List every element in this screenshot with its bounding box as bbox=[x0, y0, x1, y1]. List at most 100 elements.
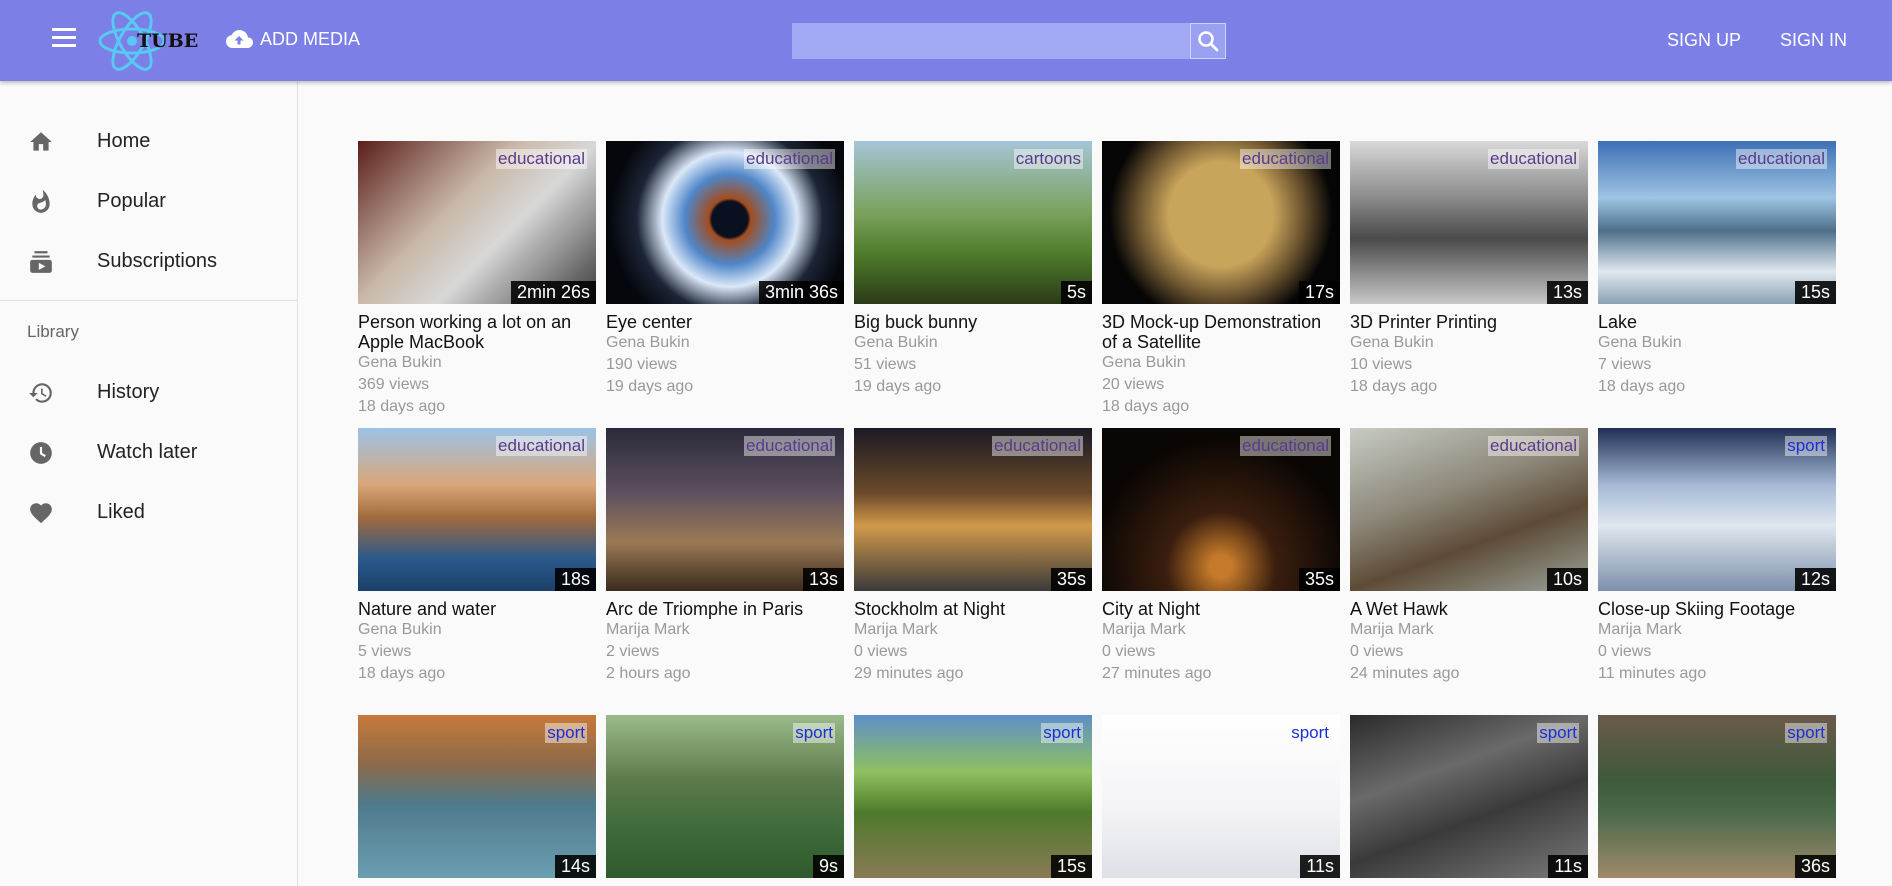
sidebar-item-label: History bbox=[97, 380, 160, 403]
video-author[interactable]: Gena Bukin bbox=[358, 619, 596, 641]
video-age: 18 days ago bbox=[1102, 398, 1190, 415]
video-author[interactable]: Gena Bukin bbox=[1102, 352, 1340, 374]
video-views: 0 views bbox=[854, 643, 908, 660]
video-author[interactable]: Marija Mark bbox=[854, 619, 1092, 641]
video-thumbnail[interactable]: educational 17s bbox=[1102, 141, 1340, 304]
video-title[interactable]: 3D Mock-up Demonstration of a Satellite bbox=[1102, 312, 1340, 352]
video-title[interactable]: A Wet Hawk bbox=[1350, 599, 1588, 619]
sidebar-item-label: Watch later bbox=[97, 440, 198, 463]
sidebar-item-subscriptions[interactable]: Subscriptions bbox=[0, 235, 297, 287]
video-author[interactable]: Marija Mark bbox=[606, 619, 844, 641]
add-media-button[interactable]: ADD MEDIA bbox=[224, 28, 360, 50]
duration-badge: 13s bbox=[1546, 281, 1588, 304]
video-author[interactable]: Marija Mark bbox=[1598, 619, 1836, 641]
video-thumbnail[interactable]: cartoons 5s bbox=[854, 141, 1092, 304]
category-badge: sport bbox=[793, 723, 835, 743]
home-icon bbox=[30, 132, 52, 151]
video-thumbnail[interactable]: educational 15s bbox=[1598, 141, 1836, 304]
search-input[interactable] bbox=[792, 23, 1190, 59]
video-thumbnail[interactable]: educational 35s bbox=[1102, 428, 1340, 591]
video-author[interactable]: Gena Bukin bbox=[358, 352, 596, 374]
video-thumbnail[interactable]: sport 36s bbox=[1598, 715, 1836, 878]
video-thumbnail[interactable]: educational 13s bbox=[606, 428, 844, 591]
video-age: 19 days ago bbox=[606, 378, 694, 395]
video-author[interactable]: Gena Bukin bbox=[606, 332, 844, 354]
video-age: 18 days ago bbox=[358, 665, 446, 682]
video-title[interactable]: Lake bbox=[1598, 312, 1836, 332]
video-title[interactable]: Close-up Skiing Footage bbox=[1598, 599, 1836, 619]
sidebar-item-popular[interactable]: Popular bbox=[0, 175, 297, 227]
video-thumbnail[interactable]: sport 9s bbox=[606, 715, 844, 878]
video-views: 2 views bbox=[606, 643, 660, 660]
duration-badge: 11s bbox=[1548, 855, 1588, 878]
video-views: 369 views bbox=[358, 376, 430, 393]
video-thumbnail[interactable]: educational 35s bbox=[854, 428, 1092, 591]
video-title[interactable]: Big buck bunny bbox=[854, 312, 1092, 332]
sidebar-item-watch-later[interactable]: Watch later bbox=[0, 426, 297, 478]
video-card[interactable]: cartoons 5s Big buck bunny Gena Bukin 51 vie… bbox=[854, 141, 1092, 398]
sign-up-button[interactable]: SIGN UP bbox=[1667, 30, 1741, 51]
video-views: 0 views bbox=[1350, 643, 1404, 660]
video-author[interactable]: Gena Bukin bbox=[1350, 332, 1588, 354]
video-card[interactable]: sport 9s bbox=[606, 715, 844, 878]
sidebar-item-label: Liked bbox=[97, 500, 145, 523]
video-age: 19 days ago bbox=[854, 378, 942, 395]
video-card[interactable]: sport 36s bbox=[1598, 715, 1836, 878]
logo[interactable]: TUBE bbox=[97, 10, 198, 72]
video-title[interactable]: 3D Printer Printing bbox=[1350, 312, 1588, 332]
heart-icon bbox=[30, 503, 52, 524]
video-card[interactable]: sport 11s bbox=[1102, 715, 1340, 878]
video-card[interactable]: educational 2min 26s Person working a lot … bbox=[358, 141, 596, 418]
video-card[interactable]: educational 18s Nature and water Gena Bukin… bbox=[358, 428, 596, 685]
video-card[interactable]: educational 13s Arc de Triomphe in Paris Ma… bbox=[606, 428, 844, 685]
menu-button[interactable] bbox=[52, 28, 82, 52]
video-thumbnail[interactable]: educational 10s bbox=[1350, 428, 1588, 591]
video-author[interactable]: Gena Bukin bbox=[1598, 332, 1836, 354]
video-card[interactable]: educational 35s Stockholm at Night Marija M… bbox=[854, 428, 1092, 685]
video-views: 20 views bbox=[1102, 376, 1165, 393]
sidebar-item-history[interactable]: History bbox=[0, 366, 297, 418]
video-title[interactable]: Eye center bbox=[606, 312, 844, 332]
video-thumbnail[interactable]: sport 15s bbox=[854, 715, 1092, 878]
video-card[interactable]: sport 11s bbox=[1350, 715, 1588, 878]
video-author[interactable]: Marija Mark bbox=[1102, 619, 1340, 641]
video-thumbnail[interactable]: educational 18s bbox=[358, 428, 596, 591]
clock-icon bbox=[30, 442, 52, 464]
video-card[interactable]: educational 15s Lake Gena Bukin 7 views 18 da… bbox=[1598, 141, 1836, 398]
duration-badge: 5s bbox=[1060, 281, 1092, 304]
video-card[interactable]: sport 12s Close-up Skiing Footage Marija Ma… bbox=[1598, 428, 1836, 685]
video-card[interactable]: educational 3min 36s Eye center Gena Bukin 1… bbox=[606, 141, 844, 398]
sidebar-item-home[interactable]: Home bbox=[0, 115, 297, 167]
category-badge: educational bbox=[1240, 149, 1331, 169]
video-card[interactable]: educational 35s City at Night Marija Mark 0 … bbox=[1102, 428, 1340, 685]
video-card[interactable]: educational 10s A Wet Hawk Marija Mark 0 vie… bbox=[1350, 428, 1588, 685]
video-author[interactable]: Marija Mark bbox=[1350, 619, 1588, 641]
category-badge: educational bbox=[1488, 149, 1579, 169]
duration-badge: 17s bbox=[1298, 281, 1340, 304]
video-card[interactable]: sport 15s bbox=[854, 715, 1092, 878]
video-thumbnail[interactable]: sport 11s bbox=[1102, 715, 1340, 878]
video-card[interactable]: sport 14s bbox=[358, 715, 596, 878]
category-badge: sport bbox=[545, 723, 587, 743]
sidebar: Home Popular Subscriptions Library Histo… bbox=[0, 81, 298, 886]
video-views: 10 views bbox=[1350, 356, 1413, 373]
sign-in-button[interactable]: SIGN IN bbox=[1780, 30, 1847, 51]
video-card[interactable]: educational 17s 3D Mock-up Demonstration o… bbox=[1102, 141, 1340, 418]
flame-icon bbox=[32, 189, 50, 213]
video-thumbnail[interactable]: sport 12s bbox=[1598, 428, 1836, 591]
video-thumbnail[interactable]: educational 2min 26s bbox=[358, 141, 596, 304]
search-button[interactable] bbox=[1190, 23, 1226, 59]
video-title[interactable]: Stockholm at Night bbox=[854, 599, 1092, 619]
video-title[interactable]: Arc de Triomphe in Paris bbox=[606, 599, 844, 619]
video-thumbnail[interactable]: sport 14s bbox=[358, 715, 596, 878]
video-title[interactable]: Nature and water bbox=[358, 599, 596, 619]
duration-badge: 12s bbox=[1794, 568, 1836, 591]
video-thumbnail[interactable]: educational 3min 36s bbox=[606, 141, 844, 304]
sidebar-item-liked[interactable]: Liked bbox=[0, 486, 297, 538]
video-title[interactable]: Person working a lot on an Apple MacBook bbox=[358, 312, 596, 352]
video-author[interactable]: Gena Bukin bbox=[854, 332, 1092, 354]
video-card[interactable]: educational 13s 3D Printer Printing Gena Bu… bbox=[1350, 141, 1588, 398]
video-title[interactable]: City at Night bbox=[1102, 599, 1340, 619]
video-thumbnail[interactable]: sport 11s bbox=[1350, 715, 1588, 878]
video-thumbnail[interactable]: educational 13s bbox=[1350, 141, 1588, 304]
